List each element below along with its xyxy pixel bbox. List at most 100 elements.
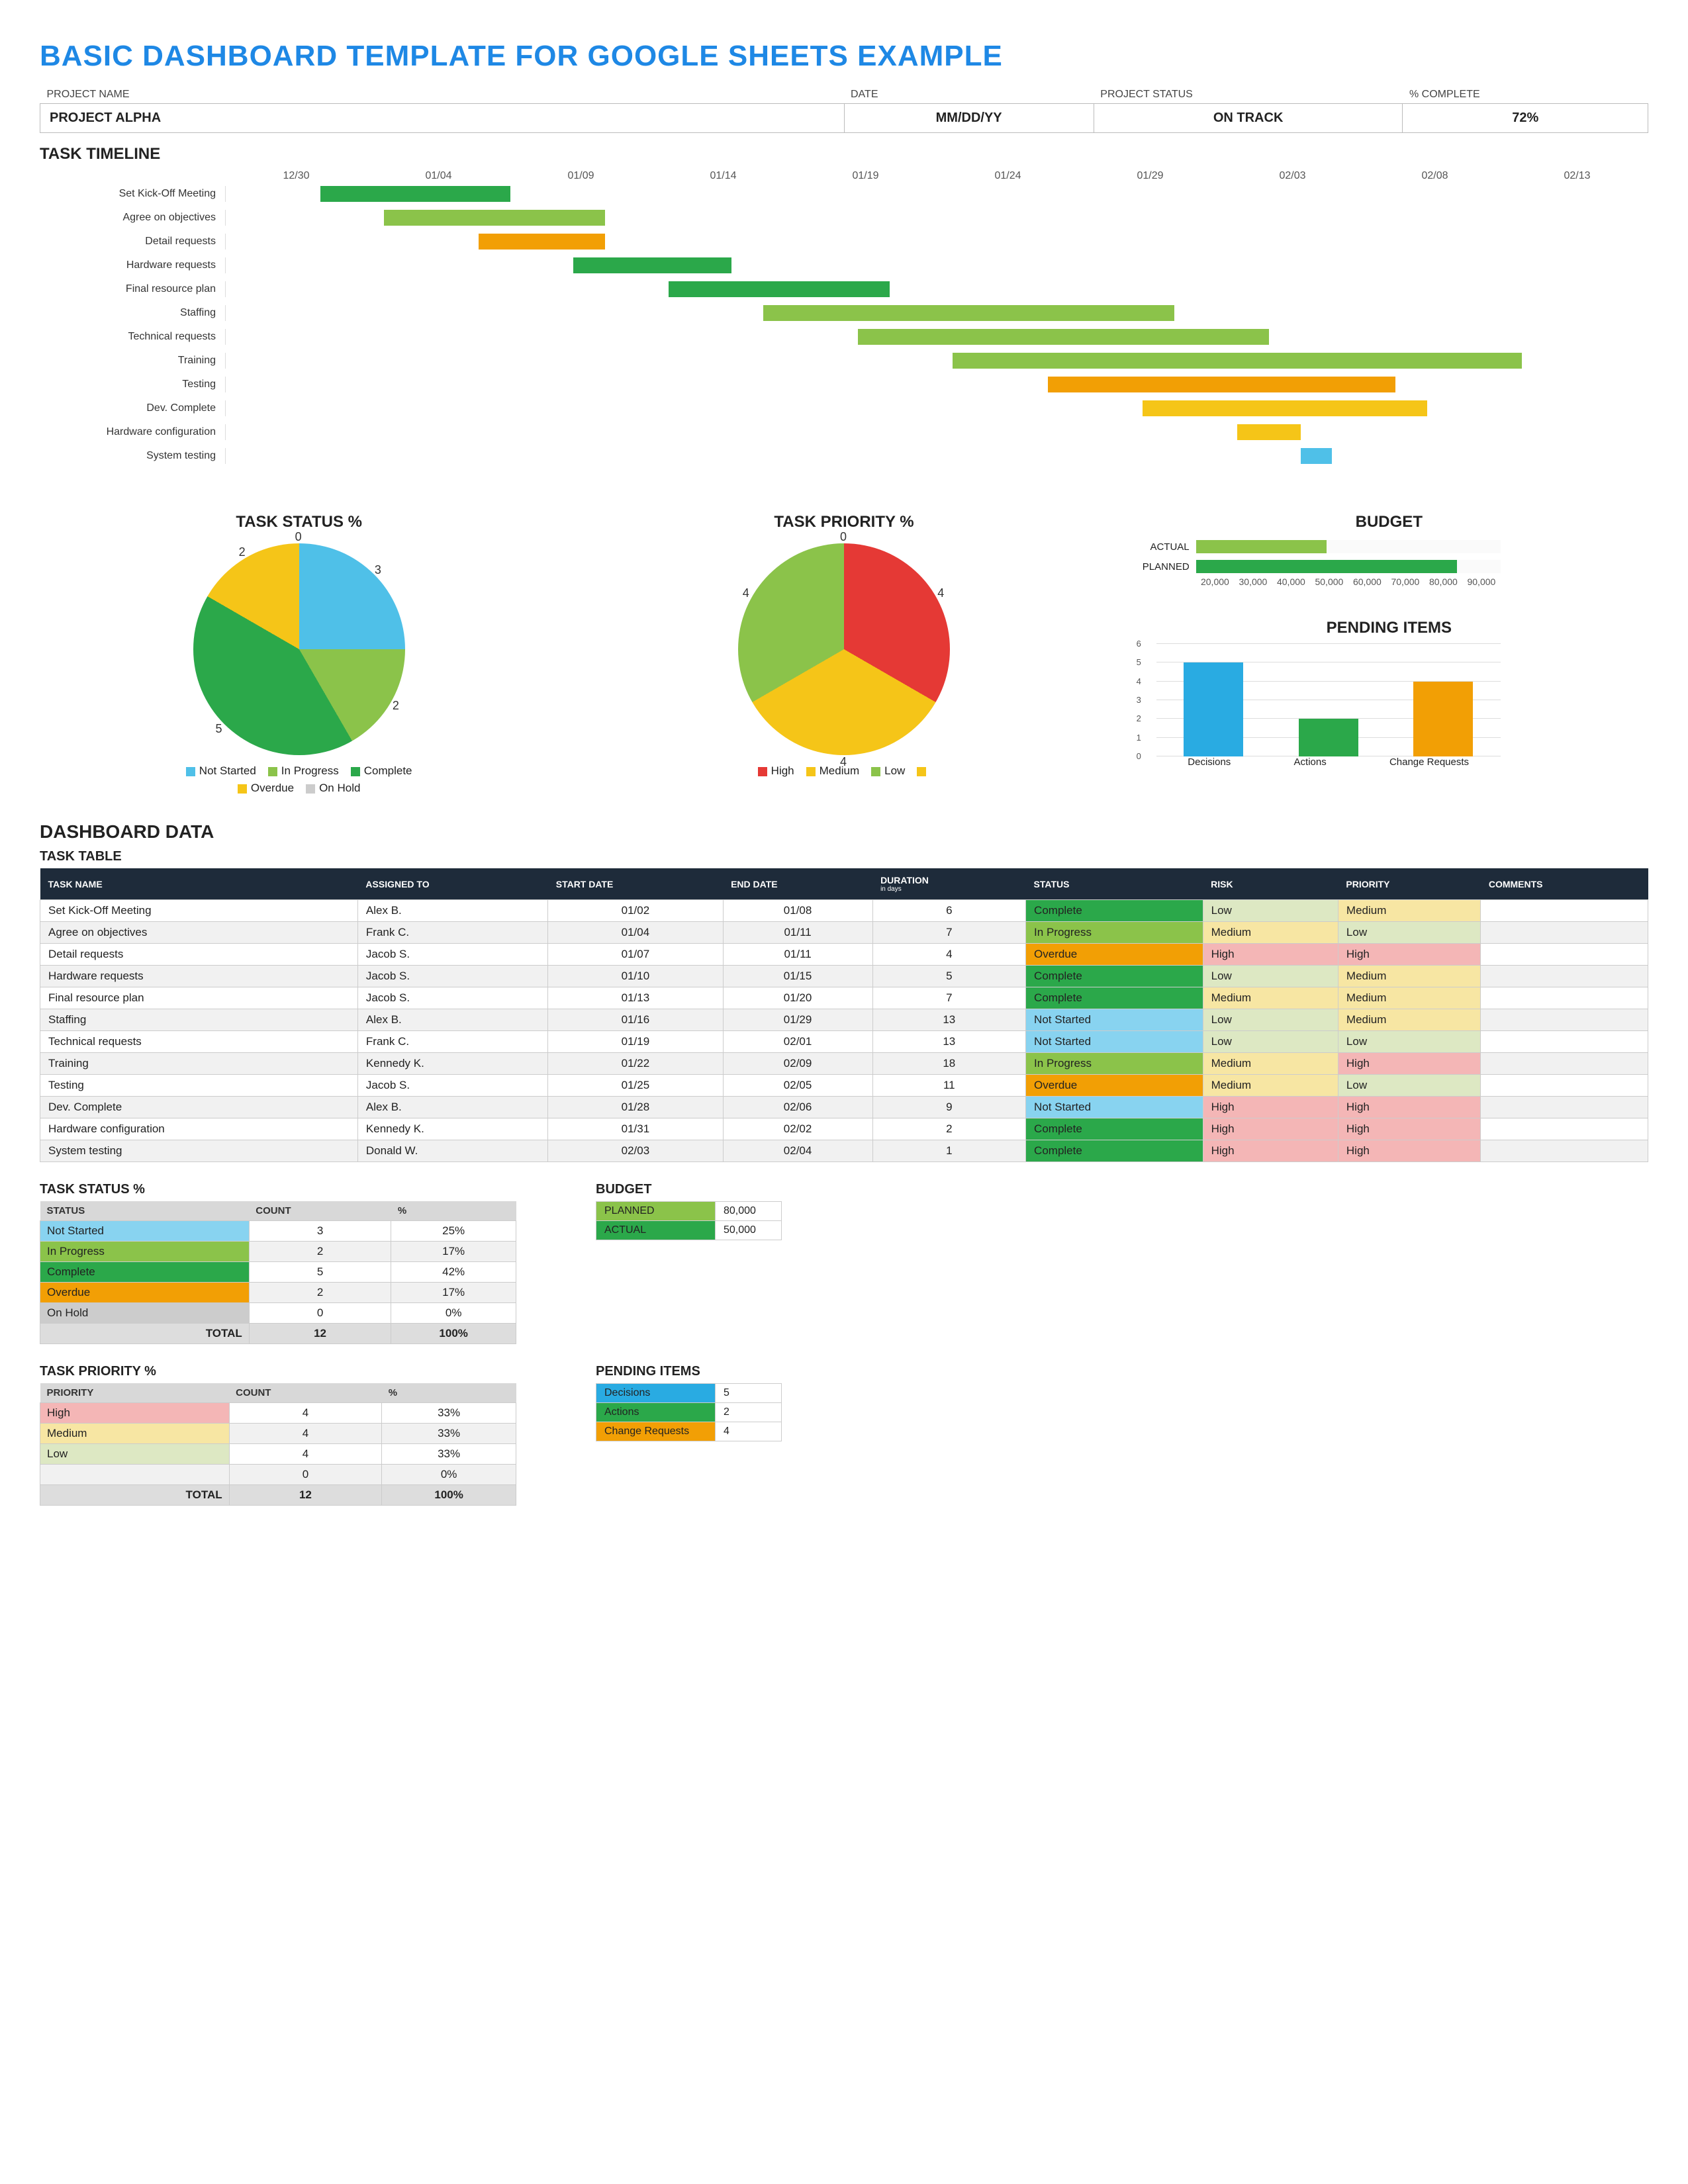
axis-tick: 70,000 xyxy=(1386,576,1425,587)
priority-table-title: TASK PRIORITY % xyxy=(40,1364,516,1379)
table-cell: Complete xyxy=(1026,966,1203,987)
gantt-chart: 12/3001/0401/0901/1401/1901/2401/2902/03… xyxy=(40,170,1648,468)
gantt-task-label: Agree on objectives xyxy=(40,212,225,224)
table-cell: Kennedy K. xyxy=(357,1053,547,1075)
table-row: Actions2 xyxy=(596,1403,782,1422)
table-cell: Medium xyxy=(1203,1053,1338,1075)
task-th: DURATIONin days xyxy=(872,868,1025,900)
table-cell: 02/05 xyxy=(723,1075,872,1097)
table-cell: High xyxy=(1338,1140,1480,1162)
table-cell: 3 xyxy=(249,1221,391,1242)
gantt-bar xyxy=(384,210,605,226)
table-cell: Alex B. xyxy=(357,1009,547,1031)
table-cell: 01/22 xyxy=(548,1053,723,1075)
table-cell: System testing xyxy=(40,1140,358,1162)
pie-value-label: 4 xyxy=(743,586,749,600)
pie-value-label: 2 xyxy=(393,699,399,713)
task-th: START DATE xyxy=(548,868,723,900)
table-cell: Jacob S. xyxy=(357,1075,547,1097)
small-th: PRIORITY xyxy=(40,1383,230,1403)
table-cell: 4 xyxy=(229,1403,382,1424)
table-cell: 42% xyxy=(391,1262,516,1283)
budget-title: BUDGET xyxy=(1130,513,1648,531)
table-cell: 13 xyxy=(872,1009,1025,1031)
table-cell: 0% xyxy=(382,1465,516,1485)
meta-h-project: PROJECT NAME xyxy=(40,86,845,104)
table-cell: On Hold xyxy=(40,1303,250,1324)
table-row: Set Kick-Off MeetingAlex B.01/0201/086Co… xyxy=(40,900,1648,922)
table-cell: 01/07 xyxy=(548,944,723,966)
gantt-bar xyxy=(320,186,510,202)
axis-tick: 50,000 xyxy=(1310,576,1348,587)
table-cell: TOTAL xyxy=(40,1485,230,1506)
table-cell: Final resource plan xyxy=(40,987,358,1009)
table-cell: Low xyxy=(40,1444,230,1465)
gantt-bar xyxy=(953,353,1522,369)
table-cell: 01/19 xyxy=(548,1031,723,1053)
table-row: Medium433% xyxy=(40,1424,516,1444)
gantt-row: Technical requests xyxy=(40,325,1648,349)
pending-bar-label: Actions xyxy=(1294,756,1327,776)
table-cell: 0 xyxy=(249,1303,391,1324)
table-cell: Frank C. xyxy=(357,922,547,944)
table-cell: Complete xyxy=(1026,1118,1203,1140)
table-cell xyxy=(1481,1031,1648,1053)
table-cell: Change Requests xyxy=(596,1422,716,1441)
task-table: TASK NAMEASSIGNED TOSTART DATEEND DATEDU… xyxy=(40,868,1648,1162)
axis-tick: 20,000 xyxy=(1196,576,1235,587)
task-table-title: TASK TABLE xyxy=(40,849,1648,864)
table-cell: Decisions xyxy=(596,1384,716,1403)
table-row: TrainingKennedy K.01/2202/0918In Progres… xyxy=(40,1053,1648,1075)
gantt-bar xyxy=(669,281,890,297)
table-cell: 33% xyxy=(382,1424,516,1444)
table-cell: Low xyxy=(1203,1031,1338,1053)
gantt-row: Dev. Complete xyxy=(40,396,1648,420)
pending-bar xyxy=(1299,719,1358,756)
gantt-date: 01/14 xyxy=(652,170,794,182)
status-pie: 32520 xyxy=(193,543,405,755)
table-cell: In Progress xyxy=(40,1242,250,1262)
table-cell: Overdue xyxy=(1026,944,1203,966)
table-cell xyxy=(1481,944,1648,966)
table-cell: Low xyxy=(1203,1009,1338,1031)
table-cell xyxy=(1481,900,1648,922)
table-cell: 17% xyxy=(391,1283,516,1303)
gantt-bar xyxy=(858,329,1269,345)
legend-item xyxy=(917,764,930,778)
table-cell: Jacob S. xyxy=(357,966,547,987)
table-cell: Overdue xyxy=(1026,1075,1203,1097)
gantt-date: 02/08 xyxy=(1364,170,1506,182)
table-cell: High xyxy=(1338,944,1480,966)
gantt-row: Final resource plan xyxy=(40,277,1648,301)
project-meta-table: PROJECT NAME DATE PROJECT STATUS % COMPL… xyxy=(40,86,1648,133)
table-row: ACTUAL50,000 xyxy=(596,1221,782,1240)
table-row: 00% xyxy=(40,1465,516,1485)
gantt-row: Hardware requests xyxy=(40,253,1648,277)
table-cell: 33% xyxy=(382,1403,516,1424)
table-cell: 9 xyxy=(872,1097,1025,1118)
table-cell: Hardware requests xyxy=(40,966,358,987)
gantt-row: System testing xyxy=(40,444,1648,468)
table-cell: 2 xyxy=(249,1283,391,1303)
table-cell: 01/16 xyxy=(548,1009,723,1031)
table-cell: Testing xyxy=(40,1075,358,1097)
gantt-date: 01/04 xyxy=(367,170,510,182)
table-cell xyxy=(1481,1118,1648,1140)
dashboard-data-title: DASHBOARD DATA xyxy=(40,821,1648,842)
table-cell: TOTAL xyxy=(40,1324,250,1344)
gantt-row: Testing xyxy=(40,373,1648,396)
table-cell: High xyxy=(1338,1097,1480,1118)
pending-bar xyxy=(1413,682,1473,756)
table-cell: 01/11 xyxy=(723,944,872,966)
gantt-row: Training xyxy=(40,349,1648,373)
gantt-task-label: Testing xyxy=(40,379,225,390)
page-title: BASIC DASHBOARD TEMPLATE FOR GOOGLE SHEE… xyxy=(40,40,1648,73)
meta-v-date: MM/DD/YY xyxy=(844,104,1094,133)
table-cell: 17% xyxy=(391,1242,516,1262)
table-cell: Kennedy K. xyxy=(357,1118,547,1140)
pending-mini-table: Decisions5Actions2Change Requests4 xyxy=(596,1383,782,1441)
table-cell: Complete xyxy=(40,1262,250,1283)
table-cell: 02/09 xyxy=(723,1053,872,1075)
table-cell: Not Started xyxy=(1026,1097,1203,1118)
table-cell xyxy=(1481,1075,1648,1097)
